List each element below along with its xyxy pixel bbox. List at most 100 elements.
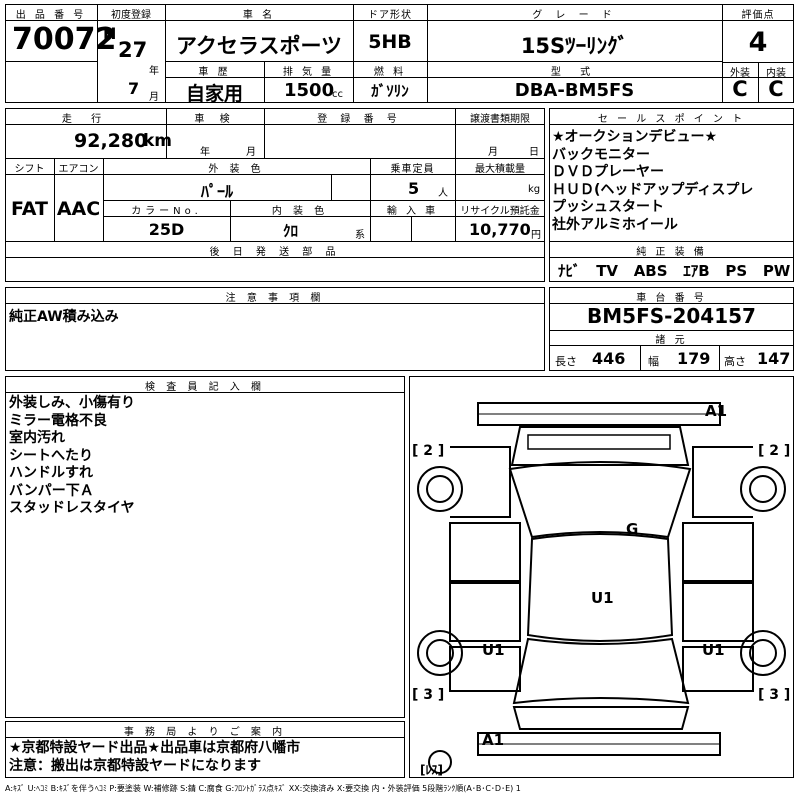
year-unit: 年 [149, 66, 159, 77]
damage-mark: U1 [702, 641, 725, 659]
load-unit: kg [528, 184, 541, 195]
damage-mark: A1 [482, 731, 504, 749]
chassis-number: BM5FS-204157 [587, 304, 756, 328]
damage-mark: U1 [482, 641, 505, 659]
first-reg-label: 初度登録 [111, 10, 151, 21]
lot-no: 70072 [12, 22, 117, 57]
inspector-notes: 外装しみ、小傷有り ミラー電格不良 室内汚れ シートへたり ハンドルすれ バンパ… [9, 395, 399, 518]
mileage-unit: km [143, 131, 173, 151]
inspector-note: バンパー下Ａ [9, 482, 94, 499]
model-label: 型 式 [550, 67, 599, 78]
car-diagram-drawing: A1 G U1 U1 U1 A1 [ 2 ] [ 2 ] [ 3 ] [ 3 ]… [412, 402, 790, 777]
sales-point: ★オークションデビュー★ [552, 129, 718, 145]
equipment-item: PS [725, 262, 748, 280]
exterior-grade: C [732, 77, 748, 101]
length-label: 長さ [555, 355, 577, 368]
ac: AAC [56, 198, 101, 220]
mileage: 92,280 [74, 130, 148, 152]
displacement-label: 排 気 量 [282, 67, 335, 78]
door-label: ドア形状 [368, 10, 412, 21]
plate-label: 登 録 番 号 [317, 114, 402, 125]
equipment-item: ABS [633, 262, 668, 280]
height-value: 147 [757, 349, 791, 368]
reg-month: 7 [128, 79, 140, 98]
length-value: 446 [592, 349, 626, 368]
height-label: 高さ [724, 355, 746, 368]
tire-label: [ 3 ] [412, 687, 444, 703]
grade: 15Sﾂｰﾘﾝｸﾞ [520, 34, 629, 58]
fuel: ｶﾞｿﾘﾝ [371, 82, 409, 100]
inspector-note: ミラー電格不良 [9, 412, 107, 429]
inspection-year-unit: 年 [200, 147, 210, 158]
sales-point: ＤＶＤプレーヤー [552, 164, 664, 180]
capacity: 5 [408, 179, 420, 198]
car-name: アクセラスポーツ [175, 34, 343, 58]
inspector-note: シートへたり [9, 447, 93, 464]
damage-mark: G [626, 520, 638, 538]
equipment-item: ﾅﾋﾞ [558, 262, 581, 280]
transfer-month-unit: 月 [488, 147, 498, 158]
office-label: 事 務 局 よ り ご 案 内 [123, 727, 287, 738]
damage-mark: U1 [591, 589, 614, 607]
ext-color: ﾊﾟｰﾙ [200, 182, 233, 201]
fuel-label: 燃 料 [373, 67, 407, 78]
equipment-item: ｴｱB [683, 262, 710, 280]
capacity-unit: 人 [438, 188, 448, 199]
month-unit: 月 [149, 92, 159, 103]
later-parts-label: 後 日 発 送 部 品 [209, 247, 341, 258]
ext-color-label: 外 装 色 [208, 164, 265, 175]
equipment-item: PW [762, 262, 791, 280]
inspection-label: 車 検 [194, 114, 236, 125]
sales-point: プッシュスタート [552, 199, 664, 215]
transfer-day-unit: 日 [529, 147, 539, 158]
legend: A:ｷｽﾞ U:ﾍｺﾐ B:ｷｽﾞを伴うﾍｺﾐ P:要塗装 W:補修跡 S:錆 … [5, 784, 521, 793]
mileage-label: 走 行 [61, 114, 110, 125]
color-no-label: カラーNo. [131, 206, 202, 217]
equipment-item: TV [596, 262, 619, 280]
history-label: 車 歴 [198, 67, 231, 78]
chassis-label: 車 台 番 号 [636, 293, 707, 304]
tire-label: [ 2 ] [412, 443, 444, 459]
load-label: 最大積載量 [475, 164, 525, 175]
color-no: 25D [148, 220, 185, 239]
recycle-label: リサイクル預託金 [460, 206, 540, 217]
recycle-unit: 円 [531, 230, 541, 241]
inspector-label: 検 査 員 記 入 欄 [145, 382, 265, 393]
sales-points-list: ★オークションデビュー★ バックモニター ＤＶＤプレーヤー ＨＵＤ(ヘッドアップ… [552, 129, 792, 234]
sales-points-label: セ ー ル ス ポ イ ン ト [597, 114, 746, 125]
shift-label: シフト [14, 164, 45, 175]
score: 4 [748, 27, 768, 58]
reg-year: 27 [118, 38, 148, 62]
office-line: ★京都特設ヤード出品★出品車は京都府八幡市 [9, 740, 301, 756]
sales-point: バックモニター [552, 146, 650, 163]
caution-label: 注 意 事 項 欄 [225, 293, 325, 304]
tire-label: [ﾚｽ] [420, 763, 443, 777]
inspector-note: スタッドレスタイヤ [9, 500, 135, 516]
inspection-month-unit: 月 [246, 147, 256, 158]
displacement: 1500 [284, 80, 335, 101]
history: 自家用 [185, 83, 243, 105]
inspector-note: 室内汚れ [9, 430, 65, 446]
sales-point: 社外アルミホイール [552, 216, 678, 233]
inspector-note: ハンドルすれ [9, 465, 93, 481]
score-label: 評価点 [741, 10, 775, 21]
door: 5HB [368, 31, 412, 53]
width-label: 幅 [648, 355, 659, 368]
inspector-note: 外装しみ、小傷有り [9, 395, 135, 411]
int-color-unit: 系 [355, 230, 365, 241]
displacement-unit: cc [332, 89, 343, 100]
equipment-label: 純 正 装 備 [636, 247, 707, 258]
damage-mark: A1 [705, 402, 727, 420]
sales-point: ＨＵＤ(ヘッドアップディスプレ [552, 181, 754, 198]
model: DBA-BM5FS [514, 80, 635, 101]
int-color-label: 内 装 色 [271, 206, 329, 217]
int-color: ｸﾛ [283, 222, 299, 240]
tire-label: [ 3 ] [758, 687, 790, 703]
grade-label: グ レ ー ド [532, 10, 617, 21]
era: H [103, 24, 117, 43]
office-line: 注意：搬出は京都特設ヤードになります [9, 758, 261, 774]
lot-no-label: 出 品 番 号 [15, 10, 87, 21]
ac-label: エアコン [58, 164, 99, 175]
caution-text: 純正AW積み込み [9, 309, 119, 325]
import-label: 輸 入 車 [386, 206, 439, 217]
